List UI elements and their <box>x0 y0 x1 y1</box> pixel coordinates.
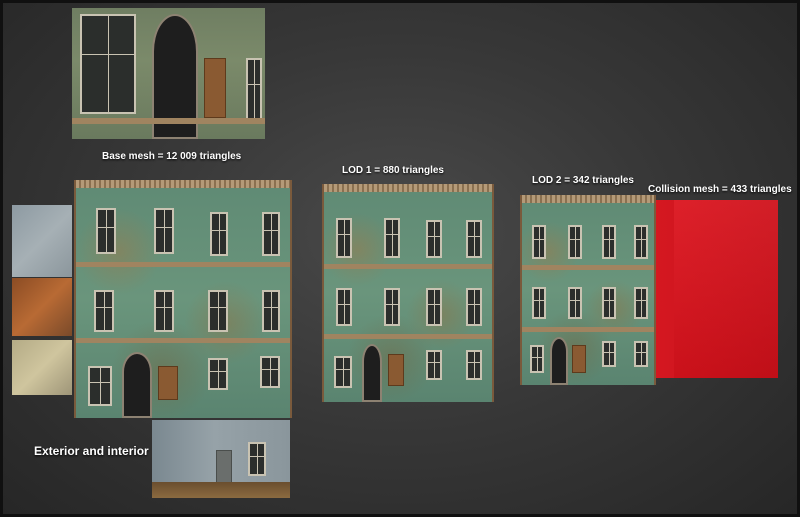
base-window <box>260 356 280 388</box>
lod2-cornice <box>522 195 654 203</box>
lod2-window <box>634 341 648 367</box>
base-window <box>208 358 228 390</box>
interior-window <box>248 442 266 476</box>
lod2-window <box>530 345 544 373</box>
lod2-window <box>634 287 648 319</box>
lod2-band <box>522 327 654 332</box>
lod2-doorway <box>550 337 568 385</box>
base-cornice <box>76 180 290 188</box>
interior-texture-rust <box>12 278 72 336</box>
lod1-facade <box>322 184 494 402</box>
interior-room-image <box>152 420 290 498</box>
lod2-facade <box>520 195 656 385</box>
base-window <box>88 366 112 406</box>
lod1-window <box>336 218 352 258</box>
lod1-doorway <box>362 344 382 402</box>
lod1-band <box>324 334 492 339</box>
detail-window <box>246 58 262 122</box>
base-band <box>76 262 290 267</box>
base-window <box>210 212 228 256</box>
lod1-window <box>336 288 352 326</box>
lod2-window <box>634 225 648 259</box>
collision-label: Collision mesh = 433 triangles <box>648 184 792 195</box>
exterior-interior-label: Exterior and interior <box>34 444 149 458</box>
interior-texture-plaster <box>12 340 72 395</box>
lod2-window <box>568 287 582 319</box>
interior-door <box>216 450 232 486</box>
base-window <box>96 208 116 254</box>
lod1-window <box>384 218 400 258</box>
lod2-window <box>602 225 616 259</box>
base-shutter <box>158 366 178 400</box>
base-window <box>262 290 280 332</box>
lod2-shutter <box>572 345 586 373</box>
detail-window-broken <box>80 14 136 114</box>
collision-mesh-block <box>656 200 778 378</box>
base-window <box>154 208 174 254</box>
lod2-label: LOD 2 = 342 triangles <box>532 175 634 186</box>
lod2-band <box>522 265 654 270</box>
lod1-band <box>324 264 492 269</box>
lod1-window <box>334 356 352 388</box>
lod1-window <box>466 350 482 380</box>
facade-detail-image <box>72 8 265 139</box>
base-window <box>262 212 280 256</box>
lod2-window <box>568 225 582 259</box>
lod1-label: LOD 1 = 880 triangles <box>342 165 444 176</box>
lod1-cornice <box>324 184 492 192</box>
lod2-window <box>602 287 616 319</box>
interior-texture-concrete <box>12 205 72 277</box>
detail-shutter <box>204 58 226 118</box>
lod1-window <box>466 288 482 326</box>
interior-floor <box>152 482 290 498</box>
lod1-window <box>426 220 442 258</box>
lod1-window <box>384 288 400 326</box>
lod2-window <box>602 341 616 367</box>
base-doorway <box>122 352 152 418</box>
lod1-window <box>466 220 482 258</box>
detail-ledge <box>72 118 265 124</box>
lod2-window <box>532 287 546 319</box>
base-window <box>154 290 174 332</box>
lod2-window <box>532 225 546 259</box>
lod1-shutter <box>388 354 404 386</box>
base-band <box>76 338 290 343</box>
base-window <box>94 290 114 332</box>
base-mesh-label: Base mesh = 12 009 triangles <box>102 151 242 162</box>
lod1-window <box>426 350 442 380</box>
base-window <box>208 290 228 332</box>
base-mesh-facade <box>74 180 292 418</box>
lod1-window <box>426 288 442 326</box>
